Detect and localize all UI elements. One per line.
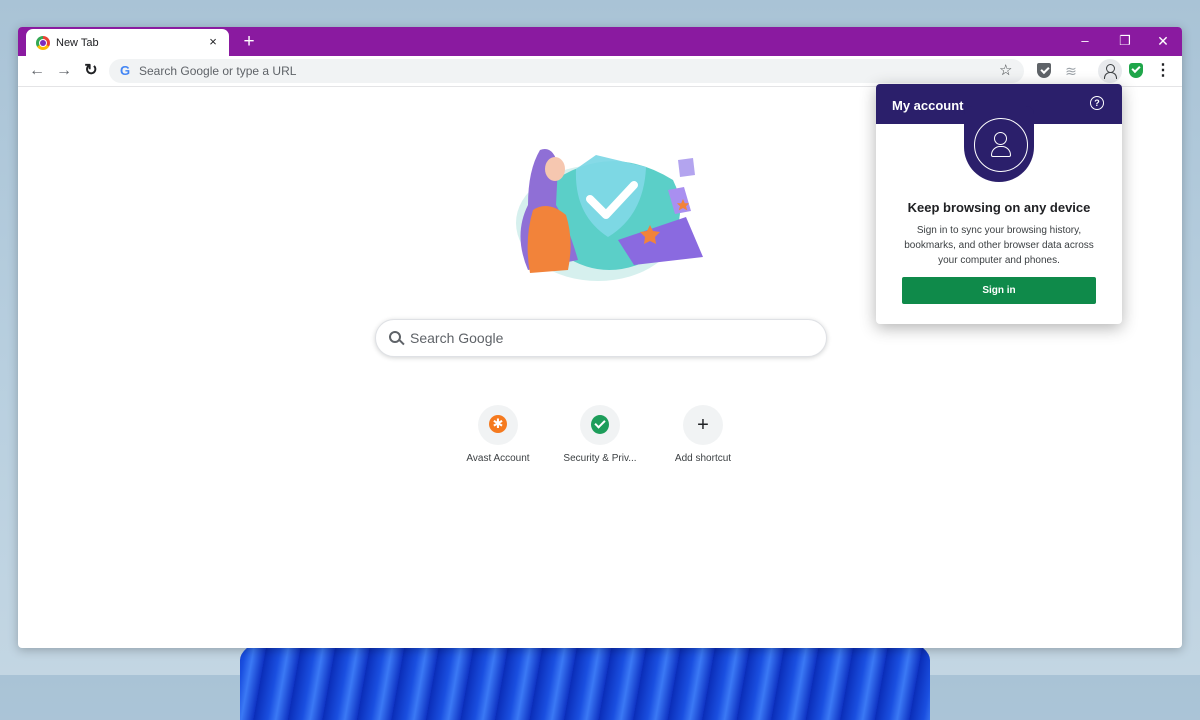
shortcut-avast-account[interactable]: Avast Account (448, 405, 548, 475)
bookmark-star-icon[interactable]: ☆ (999, 61, 1012, 79)
shortcut-label: Avast Account (466, 453, 530, 464)
shortcut-label: Add shortcut (674, 453, 732, 464)
popup-description: Sign in to sync your browsing history, b… (904, 225, 1094, 266)
address-bar[interactable]: G ☆ (109, 59, 1024, 83)
avatar-head-icon (994, 132, 1007, 145)
window-close-button[interactable]: ✕ (1143, 29, 1182, 53)
minimize-button[interactable]: – (1065, 29, 1105, 53)
browser-favicon-icon (36, 36, 50, 50)
search-icon (389, 331, 401, 343)
avatar-ring (974, 118, 1028, 172)
tab-new-tab[interactable]: New Tab × (26, 29, 229, 56)
my-account-popup: My account ? Keep browsing on any device… (876, 84, 1122, 324)
search-input[interactable] (410, 320, 810, 356)
popup-title: My account (892, 98, 964, 113)
shortcut-tile (478, 405, 518, 445)
avatar (964, 106, 1034, 182)
back-button[interactable]: ← (26, 60, 48, 82)
avast-online-security-icon[interactable] (1129, 63, 1143, 78)
google-g-icon: G (120, 63, 131, 78)
address-input[interactable] (139, 59, 959, 83)
browser-menu-button[interactable]: ⋮ (1155, 60, 1171, 82)
shortcut-security-privacy[interactable]: Security & Priv... (550, 405, 650, 475)
shortcut-label: Security & Priv... (563, 453, 637, 464)
tab-strip: New Tab × + – ❐ ✕ (18, 27, 1182, 56)
toolbar: ← → ↻ G ☆ ≋ ⋮ (18, 56, 1182, 87)
secureline-extension-icon[interactable] (1034, 61, 1054, 81)
forward-button[interactable]: → (53, 60, 75, 82)
search-box[interactable] (375, 319, 827, 357)
tab-title: New Tab (56, 37, 99, 49)
popup-heading: Keep browsing on any device (907, 200, 1091, 215)
profile-shoulders-icon (1104, 72, 1117, 79)
shortcut-tile: + (683, 405, 723, 445)
shield-check-icon (591, 415, 609, 434)
profile-button[interactable] (1098, 59, 1122, 83)
plus-icon: + (697, 414, 709, 436)
new-tab-button[interactable]: + (238, 31, 260, 53)
avatar-shoulders-icon (991, 146, 1011, 157)
help-icon[interactable]: ? (1090, 96, 1104, 110)
wifi-extension-icon[interactable]: ≋ (1061, 61, 1081, 81)
avast-logo-icon (489, 415, 507, 433)
hero-illustration (516, 149, 703, 281)
shortcut-add[interactable]: + Add shortcut (653, 405, 753, 475)
tab-close-icon[interactable]: × (205, 34, 221, 50)
reload-button[interactable]: ↻ (80, 60, 102, 82)
sign-in-button[interactable]: Sign in (902, 277, 1096, 304)
shortcut-tile (580, 405, 620, 445)
restore-button[interactable]: ❐ (1105, 29, 1145, 53)
